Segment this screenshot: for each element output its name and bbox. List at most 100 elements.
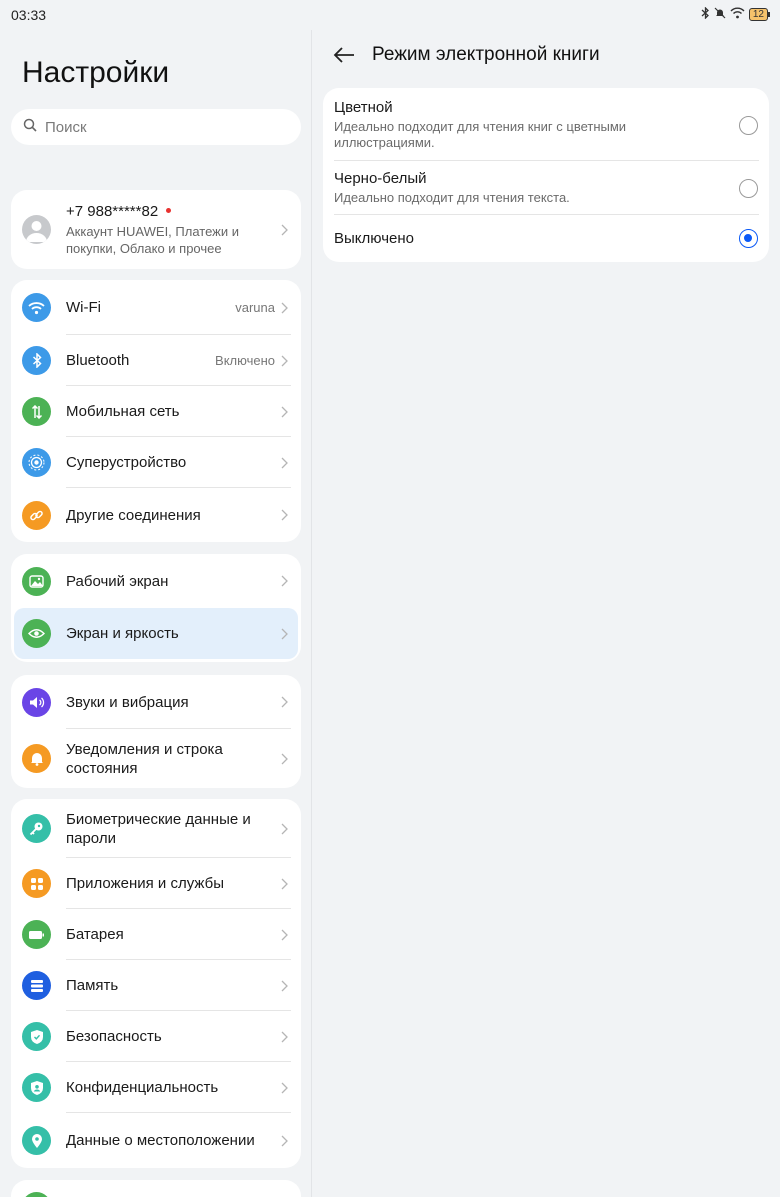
account-name: +7 988*****82 — [66, 203, 159, 220]
chevron-right-icon — [279, 1135, 289, 1147]
radio-button[interactable] — [739, 115, 758, 135]
option-title: Цветной — [334, 99, 393, 116]
wifi-icon — [22, 293, 51, 322]
partial-icon — [22, 1192, 51, 1197]
chevron-right-icon — [279, 753, 289, 765]
chevron-right-icon — [279, 355, 289, 367]
avatar — [22, 215, 51, 244]
sidebar-item-label: Данные о местоположении — [66, 1132, 255, 1149]
search-input[interactable] — [45, 118, 265, 136]
sidebar-item-wifi[interactable]: Wi-Fi varuna — [11, 280, 301, 335]
chevron-right-icon — [279, 302, 289, 314]
wifi-status-icon — [730, 7, 745, 22]
speaker-icon — [22, 687, 51, 717]
chevron-right-icon — [279, 823, 289, 835]
option-description: Идеально подходит для чтения текста. — [334, 190, 570, 205]
system-card: Биометрические данные и пароли Приложени… — [11, 799, 301, 1168]
notification-dot — [166, 207, 172, 213]
bluetooth-icon — [22, 346, 51, 375]
home-screen-icon — [22, 566, 51, 596]
account-card[interactable]: +7 988*****82 Аккаунт HUAWEI, Платежи и … — [11, 190, 301, 269]
detail-header: Режим электронной книги — [333, 40, 600, 70]
page-title: Настройки — [22, 56, 170, 89]
next-card-partial — [11, 1180, 301, 1197]
option-title: Выключено — [334, 230, 414, 247]
sidebar-item-other-connections[interactable]: Другие соединения — [11, 488, 301, 542]
status-time: 03:33 — [11, 7, 47, 23]
detail-title: Режим электронной книги — [372, 44, 600, 65]
privacy-icon — [22, 1073, 51, 1102]
sidebar-item-label: Bluetooth — [66, 352, 130, 369]
sidebar-item-battery[interactable]: Батарея — [11, 909, 301, 960]
option-black-white[interactable]: Черно-белый Идеально подходит для чтения… — [333, 161, 759, 215]
chevron-right-icon — [279, 1082, 289, 1094]
chevron-right-icon — [279, 406, 289, 418]
sidebar-item-label-line2: состояния — [66, 759, 138, 777]
option-description: Идеально подходит для чтения книг с цвет… — [334, 119, 627, 150]
radio-button-selected[interactable] — [739, 229, 758, 248]
panel-divider — [311, 30, 312, 1197]
connections-card: Wi-Fi varuna Bluetooth Включено Мобильна… — [11, 280, 301, 542]
chevron-right-icon — [279, 929, 289, 941]
option-off[interactable]: Выключено — [333, 215, 759, 262]
sidebar-item-security[interactable]: Безопасность — [11, 1011, 301, 1062]
battery-status-icon: 12 — [748, 8, 771, 21]
sidebar-item-label-line1: Биометрические данные и — [66, 810, 251, 828]
chevron-right-icon — [279, 1031, 289, 1043]
ebook-mode-options: Цветной Идеально подходит для чтения кни… — [323, 88, 769, 262]
key-icon — [22, 814, 51, 843]
status-icons: 12 — [701, 6, 771, 22]
option-color[interactable]: Цветной Идеально подходит для чтения кни… — [333, 88, 759, 161]
chevron-right-icon — [279, 980, 289, 992]
sidebar-item-label-line2: пароли — [66, 829, 116, 847]
battery-icon — [22, 920, 51, 949]
super-device-icon — [22, 448, 51, 477]
eye-icon — [22, 619, 51, 648]
search-icon — [23, 118, 37, 137]
sidebar-item-label: Конфиденциальность — [66, 1079, 219, 1096]
sidebar-item-label: Суперустройство — [66, 454, 187, 471]
sidebar-item-super-device[interactable]: Суперустройство — [11, 437, 301, 488]
sidebar-item-bluetooth[interactable]: Bluetooth Включено — [11, 335, 301, 386]
bluetooth-status-value: Включено — [215, 353, 275, 368]
chevron-right-icon — [279, 509, 289, 521]
chevron-right-icon — [279, 878, 289, 890]
sidebar-item-mobile-network[interactable]: Мобильная сеть — [11, 386, 301, 437]
sidebar-item-label: Wi-Fi — [66, 299, 101, 316]
mobile-network-icon — [22, 397, 51, 426]
sidebar-item-label: Мобильная сеть — [66, 403, 180, 420]
bell-icon — [22, 744, 51, 773]
account-row[interactable]: +7 988*****82 Аккаунт HUAWEI, Платежи и … — [11, 190, 301, 269]
sidebar-item-location[interactable]: Данные о местоположении — [11, 1113, 301, 1168]
sidebar-item-home-screen[interactable]: Рабочий экран — [11, 554, 301, 608]
sound-card: Звуки и вибрация Уведомления и строка со… — [11, 675, 301, 788]
chevron-right-icon — [279, 628, 289, 640]
radio-button[interactable] — [739, 178, 758, 198]
storage-icon — [22, 971, 51, 1000]
sidebar-item-label: Батарея — [66, 926, 124, 943]
sidebar-item-biometrics[interactable]: Биометрические данные и пароли — [11, 799, 301, 858]
sidebar-item-label: Память — [66, 977, 119, 994]
sidebar-item-sounds[interactable]: Звуки и вибрация — [11, 675, 301, 729]
chevron-right-icon — [279, 696, 289, 708]
option-title: Черно-белый — [334, 170, 427, 187]
sidebar-item-notifications[interactable]: Уведомления и строка состояния — [11, 729, 301, 788]
shield-icon — [22, 1022, 51, 1051]
back-arrow-icon[interactable] — [333, 40, 357, 70]
sidebar-item-storage[interactable]: Память — [11, 960, 301, 1011]
search-bar[interactable] — [11, 109, 301, 145]
chevron-right-icon — [279, 575, 289, 587]
location-icon — [22, 1126, 51, 1155]
bluetooth-status-icon — [701, 6, 710, 22]
account-subtitle-line1: Аккаунт HUAWEI, Платежи и — [66, 224, 239, 239]
sidebar-item-label: Приложения и службы — [66, 875, 224, 892]
mute-status-icon — [714, 7, 726, 22]
sidebar-item-privacy[interactable]: Конфиденциальность — [11, 1062, 301, 1113]
sidebar-item-label: Рабочий экран — [66, 572, 169, 590]
chevron-right-icon — [279, 224, 289, 236]
sidebar-item-apps[interactable]: Приложения и службы — [11, 858, 301, 909]
sidebar-item-display-brightness[interactable]: Экран и яркость — [14, 608, 298, 659]
display-card: Рабочий экран Экран и яркость — [11, 554, 301, 662]
wifi-network-value: varuna — [235, 300, 275, 315]
sidebar-item-label: Другие соединения — [66, 506, 201, 524]
